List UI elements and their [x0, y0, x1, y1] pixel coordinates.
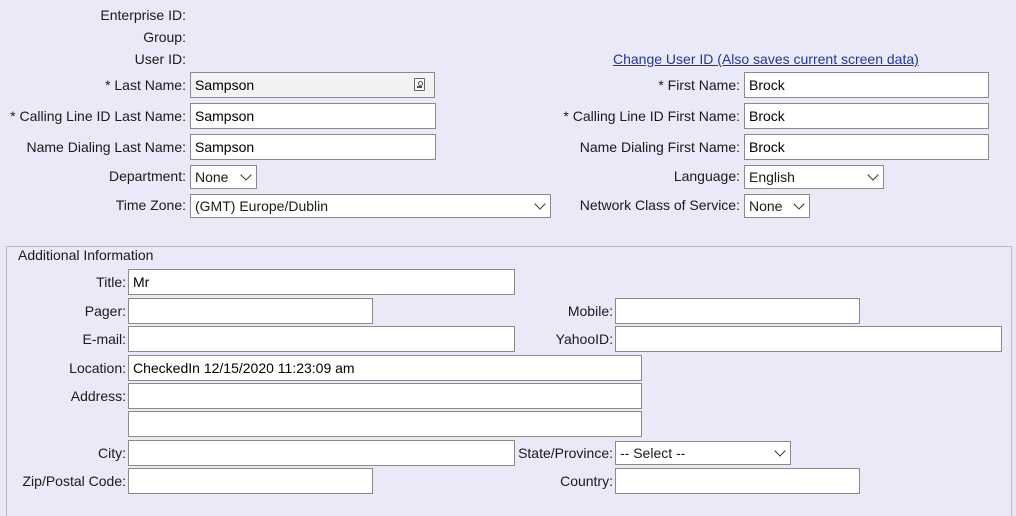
email-field[interactable] — [128, 326, 515, 352]
enterprise-id-label: Enterprise ID: — [100, 7, 186, 23]
chevron-down-icon — [534, 198, 546, 210]
directory-icon[interactable] — [414, 78, 425, 91]
department-value: None — [195, 169, 229, 185]
ncos-select[interactable]: None — [744, 194, 810, 218]
chevron-down-icon — [793, 198, 805, 210]
location-label: Location: — [69, 360, 126, 376]
time-zone-value: (GMT) Europe/Dublin — [195, 198, 329, 214]
address-label: Address: — [70, 388, 126, 404]
calling-line-first-name-field[interactable]: Brock — [744, 103, 989, 129]
state-label: State/Province: — [518, 445, 613, 461]
chevron-down-icon — [240, 169, 252, 181]
first-name-label: * First Name: — [658, 77, 740, 93]
ncos-label: Network Class of Service: — [579, 197, 740, 213]
mobile-label: Mobile: — [567, 303, 613, 319]
title-label: Title: — [96, 274, 126, 290]
zip-field[interactable] — [128, 468, 373, 494]
calling-line-last-name-label: * Calling Line ID Last Name: — [10, 108, 186, 124]
user-id-label: User ID: — [134, 51, 186, 67]
yahoo-id-label: YahooID: — [555, 331, 613, 347]
state-select[interactable]: -- Select -- — [615, 441, 791, 465]
yahoo-id-field[interactable] — [615, 326, 1002, 352]
first-name-field[interactable]: Brock — [744, 72, 989, 98]
change-user-id-link[interactable]: Change User ID (Also saves current scree… — [613, 51, 919, 67]
department-label: Department: — [108, 168, 186, 184]
pager-label: Pager: — [84, 303, 126, 319]
state-value: -- Select -- — [620, 445, 686, 461]
last-name-label: * Last Name: — [105, 77, 186, 93]
city-label: City: — [98, 445, 126, 461]
mobile-field[interactable] — [615, 298, 860, 324]
name-dialing-first-name-field[interactable]: Brock — [744, 134, 989, 160]
time-zone-select[interactable]: (GMT) Europe/Dublin — [190, 194, 551, 218]
name-dialing-last-name-field[interactable]: Sampson — [190, 134, 436, 160]
chevron-down-icon — [867, 169, 879, 181]
city-field[interactable] — [128, 440, 515, 466]
address-line1-field[interactable] — [128, 383, 642, 409]
department-select[interactable]: None — [190, 165, 257, 189]
location-field[interactable]: CheckedIn 12/15/2020 11:23:09 am — [128, 355, 642, 381]
chevron-down-icon — [774, 445, 786, 457]
language-value: English — [749, 169, 795, 185]
address-line2-field[interactable] — [128, 411, 642, 437]
country-field[interactable] — [615, 468, 860, 494]
language-select[interactable]: English — [744, 165, 884, 189]
pager-field[interactable] — [128, 298, 373, 324]
title-field[interactable]: Mr — [128, 269, 515, 295]
group-label: Group: — [143, 29, 186, 45]
name-dialing-last-name-label: Name Dialing Last Name: — [26, 139, 186, 155]
calling-line-first-name-label: * Calling Line ID First Name: — [563, 108, 740, 124]
last-name-field[interactable]: Sampson — [190, 72, 435, 98]
country-label: Country: — [560, 473, 613, 489]
time-zone-label: Time Zone: — [115, 197, 186, 213]
additional-information-legend: Additional Information — [14, 247, 158, 263]
language-label: Language: — [673, 168, 740, 184]
zip-label: Zip/Postal Code: — [22, 473, 127, 489]
ncos-value: None — [749, 198, 783, 214]
name-dialing-first-name-label: Name Dialing First Name: — [579, 139, 740, 155]
calling-line-last-name-field[interactable]: Sampson — [190, 103, 436, 129]
email-label: E-mail: — [82, 331, 126, 347]
